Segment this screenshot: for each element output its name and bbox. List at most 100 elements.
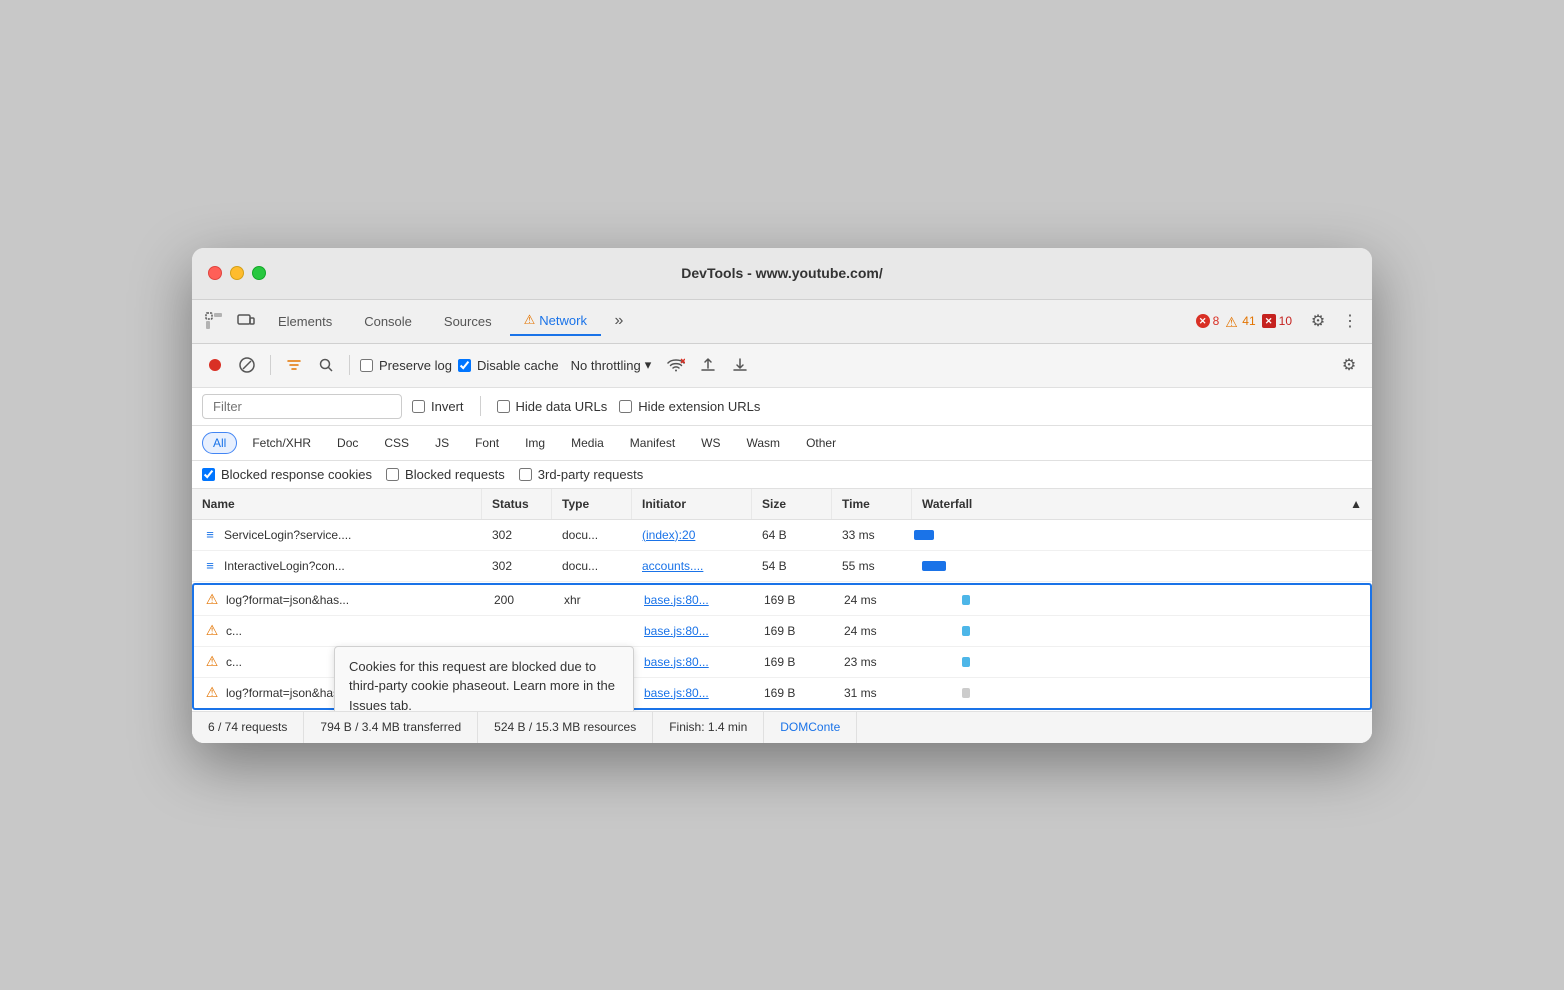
issues-count-badge[interactable]: ✕ 10 — [1262, 314, 1292, 328]
traffic-lights — [208, 266, 266, 280]
minimize-button[interactable] — [230, 266, 244, 280]
third-party-requests-checkbox[interactable]: 3rd-party requests — [519, 467, 644, 482]
type-filter-js[interactable]: JS — [424, 432, 460, 454]
row-initiator[interactable]: (index):20 — [632, 521, 752, 549]
responsive-icon[interactable] — [232, 307, 260, 335]
clear-button[interactable] — [234, 352, 260, 378]
table-row[interactable]: ≡ InteractiveLogin?con... 302 docu... ac… — [192, 551, 1372, 582]
row-time: 33 ms — [832, 521, 912, 549]
table-row[interactable]: ⚠ c... base.js:80... 169 B 24 ms Cookies… — [194, 616, 1370, 647]
blocked-requests-checkbox[interactable]: Blocked requests — [386, 467, 505, 482]
hide-data-urls-checkbox[interactable]: Hide data URLs — [497, 399, 608, 414]
tab-bar: Elements Console Sources ⚠ Network » ✕ 8… — [192, 300, 1372, 344]
search-icon[interactable] — [313, 352, 339, 378]
network-table: Name Status Type Initiator Size Time — [192, 489, 1372, 711]
row-initiator[interactable]: base.js:80... — [634, 679, 754, 707]
invert-checkbox[interactable]: Invert — [412, 399, 464, 414]
row-size: 169 B — [754, 617, 834, 645]
document-icon: ≡ — [202, 527, 218, 543]
tab-console[interactable]: Console — [350, 308, 426, 335]
header-size[interactable]: Size — [752, 489, 832, 519]
row-size: 54 B — [752, 552, 832, 580]
type-filter-other[interactable]: Other — [795, 432, 847, 454]
more-options-icon[interactable]: ⋮ — [1336, 307, 1364, 335]
row-waterfall — [914, 678, 1370, 708]
row-initiator[interactable]: base.js:80... — [634, 648, 754, 676]
type-filter-media[interactable]: Media — [560, 432, 615, 454]
table-row[interactable]: ⚠ log?format=json&has... 200 xhr base.js… — [194, 585, 1370, 616]
filter-input[interactable] — [202, 394, 402, 419]
cookie-blocked-tooltip: Cookies for this request are blocked due… — [334, 646, 634, 711]
row-initiator[interactable]: base.js:80... — [634, 586, 754, 614]
type-filter-manifest[interactable]: Manifest — [619, 432, 686, 454]
row-status: 200 — [484, 586, 554, 614]
waterfall-sort-icon: ▲ — [1350, 497, 1362, 511]
upload-icon[interactable] — [695, 352, 721, 378]
status-transferred: 794 B / 3.4 MB transferred — [304, 712, 478, 743]
row-initiator[interactable]: accounts.... — [632, 552, 752, 580]
record-stop-button[interactable] — [202, 352, 228, 378]
network-warning-icon: ⚠ — [524, 312, 536, 328]
row-waterfall — [912, 520, 1372, 550]
throttle-dropdown[interactable]: No throttling ▾ — [565, 355, 658, 375]
row-size: 169 B — [754, 586, 834, 614]
table-row[interactable]: ≡ ServiceLogin?service.... 302 docu... (… — [192, 520, 1372, 551]
header-name[interactable]: Name — [192, 489, 482, 519]
type-filter-css[interactable]: CSS — [373, 432, 420, 454]
row-initiator[interactable]: base.js:80... — [634, 617, 754, 645]
toolbar-divider-1 — [270, 355, 271, 375]
error-count-badge[interactable]: ✕ 8 — [1196, 314, 1220, 328]
type-filter-all[interactable]: All — [202, 432, 237, 454]
header-type[interactable]: Type — [552, 489, 632, 519]
settings-icon[interactable]: ⚙ — [1304, 307, 1332, 335]
wifi-icon[interactable] — [663, 352, 689, 378]
type-filter-wasm[interactable]: Wasm — [736, 432, 792, 454]
preserve-log-checkbox[interactable]: Preserve log — [360, 358, 452, 373]
throttle-chevron-icon: ▾ — [645, 357, 652, 373]
status-finish: Finish: 1.4 min — [653, 712, 764, 743]
row-time: 31 ms — [834, 679, 914, 707]
hide-extension-urls-checkbox[interactable]: Hide extension URLs — [619, 399, 760, 414]
close-button[interactable] — [208, 266, 222, 280]
row-type — [554, 624, 634, 638]
maximize-button[interactable] — [252, 266, 266, 280]
header-status[interactable]: Status — [482, 489, 552, 519]
filter-checkboxes: Invert Hide data URLs Hide extension URL… — [412, 396, 760, 416]
devtools-window: DevTools - www.youtube.com/ Elements Con… — [192, 248, 1372, 743]
row-type: docu... — [552, 552, 632, 580]
type-filter-fetch-xhr[interactable]: Fetch/XHR — [241, 432, 322, 454]
row-time: 24 ms — [834, 617, 914, 645]
warning-icon: ⚠ — [204, 592, 220, 608]
blocked-cookies-checkbox[interactable]: Blocked response cookies — [202, 467, 372, 482]
tab-elements[interactable]: Elements — [264, 308, 346, 335]
network-settings-icon[interactable]: ⚙ — [1336, 352, 1362, 378]
waterfall-segment — [922, 561, 946, 571]
download-icon[interactable] — [727, 352, 753, 378]
header-waterfall[interactable]: Waterfall ▲ — [912, 489, 1372, 519]
tab-network[interactable]: ⚠ Network — [510, 306, 601, 336]
disable-cache-checkbox[interactable]: Disable cache — [458, 358, 559, 373]
network-toolbar: Preserve log Disable cache No throttling… — [192, 344, 1372, 388]
filter-icon[interactable] — [281, 352, 307, 378]
type-filter-img[interactable]: Img — [514, 432, 556, 454]
tab-sources[interactable]: Sources — [430, 308, 506, 335]
filter-divider — [480, 396, 481, 416]
row-size: 169 B — [754, 679, 834, 707]
row-time: 23 ms — [834, 648, 914, 676]
status-domconte: DOMConte — [764, 712, 857, 743]
more-tabs-icon[interactable]: » — [605, 307, 633, 335]
warning-triangle-icon: ⚠ — [1225, 314, 1239, 328]
status-bar: 6 / 74 requests 794 B / 3.4 MB transferr… — [192, 711, 1372, 743]
header-initiator[interactable]: Initiator — [632, 489, 752, 519]
type-filter-ws[interactable]: WS — [690, 432, 731, 454]
warning-count-badge[interactable]: ⚠ 41 — [1225, 314, 1255, 328]
inspector-icon[interactable] — [200, 307, 228, 335]
row-waterfall — [912, 551, 1372, 581]
row-waterfall — [914, 616, 1370, 646]
row-time: 24 ms — [834, 586, 914, 614]
type-filter-doc[interactable]: Doc — [326, 432, 369, 454]
devtools-body: Elements Console Sources ⚠ Network » ✕ 8… — [192, 300, 1372, 743]
status-requests: 6 / 74 requests — [192, 712, 304, 743]
type-filter-font[interactable]: Font — [464, 432, 510, 454]
header-time[interactable]: Time — [832, 489, 912, 519]
